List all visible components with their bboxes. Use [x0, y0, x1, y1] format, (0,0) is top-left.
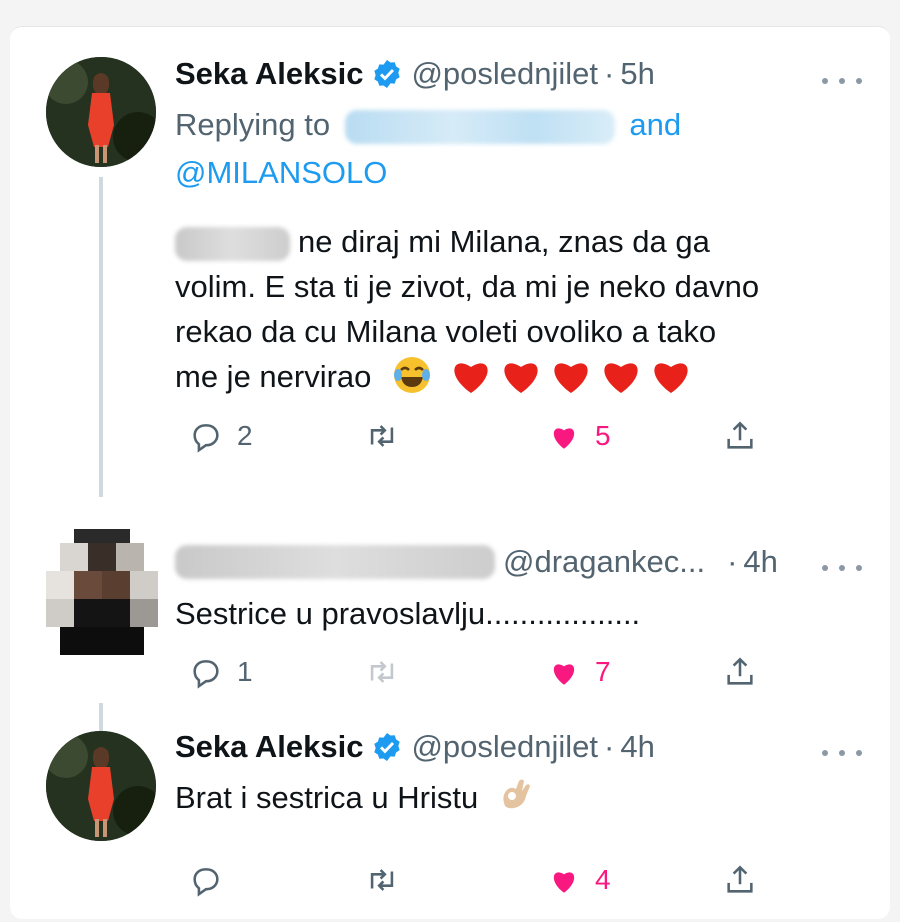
red-heart-emoji — [554, 363, 588, 393]
more-icon[interactable] — [822, 743, 862, 763]
replying-mention-line: @MILANSOLO — [175, 149, 387, 197]
separator-dot: · — [604, 729, 615, 764]
retweet-icon — [370, 425, 394, 447]
ok-hand-emoji — [503, 779, 530, 809]
like-count: 7 — [595, 656, 611, 687]
tweet-text-content: Brat i sestrica u Hristu — [175, 780, 479, 815]
reply-button[interactable]: 1 — [189, 655, 253, 689]
verified-badge-icon — [374, 60, 401, 88]
like-icon — [553, 872, 575, 893]
separator-dot: · — [604, 56, 615, 91]
author-handle[interactable]: @dragankec... — [503, 544, 705, 580]
tweet-header: Seka Aleksic @poslednjilet · 5h — [175, 56, 655, 92]
author-name[interactable]: Seka Aleksic — [175, 56, 363, 92]
tweet-text-line: me je nervirao — [175, 354, 865, 399]
author-handle[interactable]: @poslednjilet — [411, 56, 598, 92]
like-icon — [553, 664, 575, 685]
profile-photo — [46, 57, 156, 167]
tweet-actions: 4 — [175, 863, 775, 903]
tweet-actions: 1 7 — [175, 655, 775, 695]
retweet-icon — [370, 869, 394, 891]
like-count: 5 — [595, 420, 611, 451]
tweet-header: @dragankec... · 4h — [175, 544, 778, 580]
timestamp[interactable]: 5h — [620, 56, 654, 92]
author-handle[interactable]: @poslednjilet — [411, 729, 598, 765]
thread-line — [99, 177, 103, 497]
reply-button[interactable]: 2 — [189, 419, 253, 453]
retweet-button[interactable] — [365, 655, 413, 689]
avatar[interactable] — [46, 529, 158, 655]
like-button[interactable]: 7 — [547, 655, 611, 689]
reply-icon — [193, 660, 219, 689]
like-icon — [553, 428, 575, 449]
more-icon[interactable] — [822, 71, 862, 91]
tweet-text-line-1: ne diraj mi Milana, znas da ga — [298, 224, 710, 259]
tweet-text: Sestrice u pravoslavlju.................… — [175, 596, 641, 631]
like-button[interactable]: 4 — [547, 863, 611, 897]
share-icon — [727, 865, 753, 893]
red-heart-emoji — [654, 363, 688, 393]
avatar[interactable] — [46, 731, 156, 841]
like-button[interactable]: 5 — [547, 419, 611, 453]
retweet-button[interactable] — [365, 419, 413, 453]
timestamp[interactable]: 4h — [620, 729, 654, 765]
red-heart-emoji — [454, 363, 488, 393]
profile-photo — [46, 731, 156, 841]
reply-icon — [193, 868, 219, 897]
tweet-text-line-2: volim. E sta ti je zivot, da mi je neko … — [175, 269, 760, 304]
tweet-text: ne diraj mi Milana, znas da ga volim. E … — [175, 219, 865, 399]
tweet-text-line-4: me je nervirao — [175, 359, 372, 394]
tweet-header: Seka Aleksic @poslednjilet · 4h — [175, 729, 655, 765]
tweet-thread: Seka Aleksic @poslednjilet · 5h Replying… — [10, 26, 890, 919]
red-heart-emoji — [604, 363, 638, 393]
tweet-text-line: ne diraj mi Milana, znas da ga — [175, 219, 865, 264]
avatar[interactable] — [46, 57, 156, 167]
reply-count: 1 — [237, 656, 253, 687]
share-button[interactable] — [723, 863, 757, 897]
blurred-mention — [344, 109, 615, 144]
reply-count: 2 — [237, 420, 253, 451]
share-icon — [727, 657, 753, 685]
pixelated-profile-photo — [46, 529, 158, 655]
tweet-text-line-3: rekao da cu Milana voleti ovoliko a tako — [175, 314, 717, 349]
retweet-icon — [370, 661, 394, 683]
verified-badge-icon — [374, 733, 401, 761]
replying-prefix: Replying to — [175, 107, 331, 142]
author-name[interactable]: Seka Aleksic — [175, 729, 363, 765]
tweet-actions: 2 5 — [175, 419, 775, 459]
thread-line — [99, 703, 103, 733]
timestamp[interactable]: 4h — [743, 544, 777, 580]
reply-button[interactable] — [189, 863, 237, 897]
retweet-button[interactable] — [365, 863, 413, 897]
mention-link[interactable]: @MILANSOLO — [175, 155, 387, 190]
reply-icon — [193, 424, 219, 453]
replying-to: Replying to and — [175, 101, 681, 149]
share-icon — [727, 421, 753, 449]
red-heart-emoji — [504, 363, 538, 393]
share-button[interactable] — [723, 655, 757, 689]
blurred-name — [175, 226, 290, 261]
blurred-author-name — [175, 545, 495, 579]
replying-and: and — [629, 107, 682, 142]
separator-dot: · — [727, 544, 738, 579]
laughing-emoji — [394, 357, 431, 393]
more-icon[interactable] — [822, 558, 862, 578]
share-button[interactable] — [723, 419, 757, 453]
tweet-text: Brat i sestrica u Hristu — [175, 775, 865, 820]
like-count: 4 — [595, 864, 611, 895]
